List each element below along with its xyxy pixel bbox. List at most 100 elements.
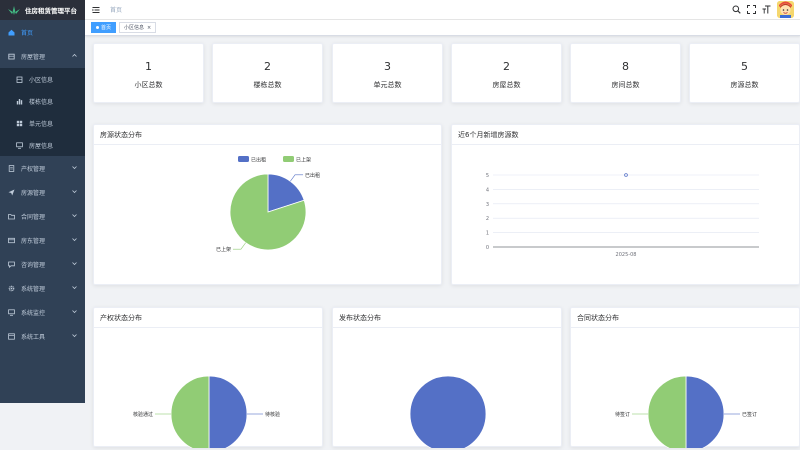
sidebar-item-label: 楼栋信息: [29, 97, 53, 106]
main-content: 1 小区总数 2 楼栋总数 3 单元总数 2 房屋总数 8 房间总数 5 房源总…: [85, 36, 800, 403]
tag-home[interactable]: 首页: [91, 22, 116, 33]
sidebar-item-contract[interactable]: 合同管理: [0, 204, 85, 228]
pie-label-line: [290, 175, 303, 181]
sidebar-item-label: 产权管理: [21, 164, 45, 173]
sidebar-item-monitor[interactable]: 系统监控: [0, 300, 85, 324]
sidebar-item-consult[interactable]: 咨询管理: [0, 252, 85, 276]
stat-card-unit: 3 单元总数: [332, 43, 443, 103]
sidebar-item-label: 房屋信息: [29, 141, 53, 150]
sidebar-item-unit[interactable]: 单元信息: [0, 112, 85, 134]
tags-view: 首页 小区信息 ×: [85, 20, 800, 36]
chart-title: 发布状态分布: [333, 308, 561, 328]
tag-label: 首页: [101, 24, 111, 31]
chart-title: 近6个月新增房源数: [452, 125, 799, 145]
chevron-down-icon: [72, 189, 77, 194]
chart-card-property-status: 产权状态分布 待核验核验通过: [93, 307, 323, 447]
pie-slice[interactable]: [209, 376, 247, 448]
stat-value: 1: [94, 60, 203, 73]
pie-chart-publish-status[interactable]: [333, 328, 563, 448]
monitor-icon: [8, 309, 15, 316]
send-icon: [8, 189, 15, 196]
building-icon: [16, 76, 23, 83]
legend-label[interactable]: 已出租: [251, 157, 266, 164]
header-actions: [732, 1, 794, 18]
pie-chart-listing-status[interactable]: 已出租已上架已出租已上架: [94, 145, 443, 285]
legend-swatch[interactable]: [283, 156, 294, 162]
active-dot-icon: [96, 26, 99, 29]
chart-title: 产权状态分布: [94, 308, 322, 328]
sidebar-item-system[interactable]: 系统管理: [0, 276, 85, 300]
chevron-down-icon: [72, 309, 77, 314]
legend-swatch[interactable]: [238, 156, 249, 162]
stat-label: 房间总数: [571, 80, 680, 90]
stat-card-listing: 5 房源总数: [689, 43, 800, 103]
card-icon: [8, 237, 15, 244]
pie-slice[interactable]: [410, 376, 486, 448]
font-size-icon[interactable]: [762, 5, 771, 14]
pie-slice[interactable]: [686, 376, 724, 448]
sidebar-item-label: 咨询管理: [21, 260, 45, 269]
submenu-housing: 小区信息 楼栋信息 单元信息 房屋信息: [0, 68, 85, 156]
sidebar-item-landlord[interactable]: 房东管理: [0, 228, 85, 252]
sidebar-item-property[interactable]: 产权管理: [0, 156, 85, 180]
sidebar-item-label: 系统工具: [21, 332, 45, 341]
stat-value: 5: [690, 60, 799, 73]
sidebar-item-home[interactable]: 首页: [0, 20, 85, 44]
stat-card-room: 8 房间总数: [570, 43, 681, 103]
monitor-icon: [16, 142, 23, 149]
stat-label: 房源总数: [690, 80, 799, 90]
sidebar-item-label: 房源管理: [21, 188, 45, 197]
chart-title: 房源状态分布: [94, 125, 441, 145]
y-tick-label: 3: [486, 202, 489, 208]
grid-icon: [16, 120, 23, 127]
sidebar-item-housing[interactable]: 房屋管理: [0, 44, 85, 68]
sidebar-item-label: 系统监控: [21, 308, 45, 317]
sidebar-item-community[interactable]: 小区信息: [0, 68, 85, 90]
pie-slice[interactable]: [171, 376, 209, 448]
hamburger-icon[interactable]: [92, 6, 100, 14]
data-point[interactable]: [625, 174, 628, 177]
chevron-down-icon: [72, 285, 77, 290]
search-icon[interactable]: [732, 5, 741, 14]
chat-icon: [8, 261, 15, 268]
app-title: 住房租赁管理平台: [25, 5, 77, 15]
tag-community[interactable]: 小区信息 ×: [119, 22, 156, 33]
chart-title: 合同状态分布: [571, 308, 799, 328]
sidebar: 住房租赁管理平台 首页 房屋管理 小区信息 楼栋信息: [0, 0, 85, 403]
y-tick-label: 4: [486, 187, 489, 193]
sidebar-item-label: 单元信息: [29, 119, 53, 128]
pie-chart-contract-status[interactable]: 已签订 待签订: [571, 328, 800, 448]
stat-value: 3: [333, 60, 442, 73]
sidebar-item-building[interactable]: 楼栋信息: [0, 90, 85, 112]
document-icon: [8, 165, 15, 172]
sidebar-item-listing[interactable]: 房源管理: [0, 180, 85, 204]
stat-value: 2: [452, 60, 561, 73]
legend-label[interactable]: 已上架: [296, 157, 311, 164]
gear-icon: [8, 285, 15, 292]
pie-slice[interactable]: [648, 376, 686, 448]
chevron-down-icon: [72, 333, 77, 338]
line-chart-new-listings[interactable]: 0123452025-08: [452, 145, 800, 285]
stat-label: 房屋总数: [452, 80, 561, 90]
avatar[interactable]: [777, 1, 794, 18]
close-icon[interactable]: ×: [147, 25, 151, 31]
fullscreen-icon[interactable]: [747, 5, 756, 14]
stat-label: 单元总数: [333, 80, 442, 90]
sidebar-item-house[interactable]: 房屋信息: [0, 134, 85, 156]
y-tick-label: 1: [486, 231, 489, 237]
pie-slice-label: 待签订: [615, 411, 630, 418]
sidebar-item-tools[interactable]: 系统工具: [0, 324, 85, 348]
pie-slice-label: 已签订: [742, 411, 757, 418]
tag-label: 小区信息: [124, 24, 144, 31]
sidebar-item-label: 系统管理: [21, 284, 45, 293]
sidebar-item-label: 合同管理: [21, 212, 45, 221]
chevron-down-icon: [72, 237, 77, 242]
logo[interactable]: 住房租赁管理平台: [0, 0, 85, 20]
breadcrumb: 首页: [110, 5, 122, 14]
logo-icon: [8, 6, 20, 15]
tool-icon: [8, 333, 15, 340]
chart-card-contract-status: 合同状态分布 已签订 待签订: [570, 307, 800, 447]
chevron-down-icon: [72, 165, 77, 170]
pie-chart-property-status[interactable]: 待核验核验通过: [94, 328, 324, 448]
pie-slice-label: 已上架: [216, 246, 231, 253]
